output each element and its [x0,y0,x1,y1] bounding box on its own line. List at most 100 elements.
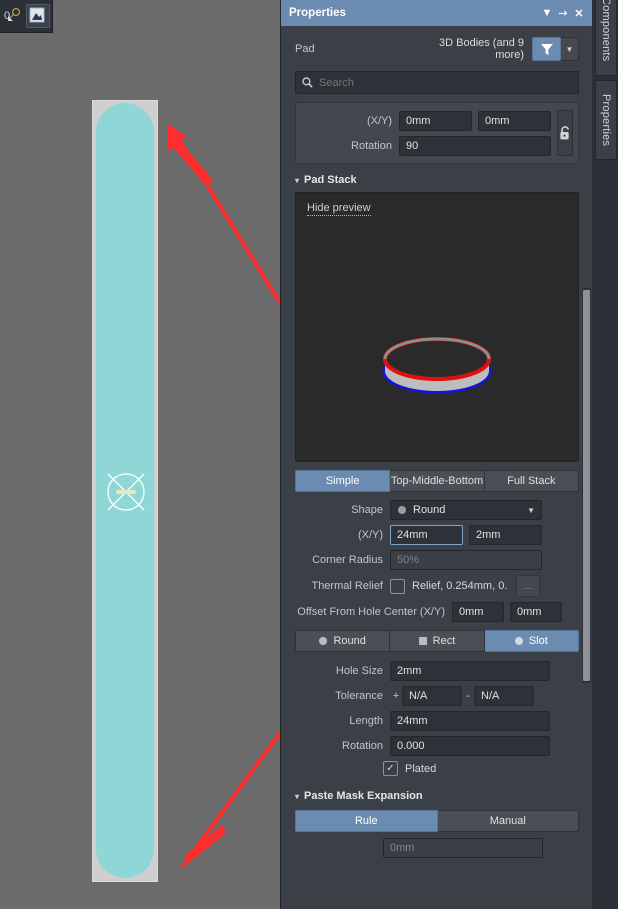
paste-mask-title: Paste Mask Expansion [304,790,423,802]
hole-size-row: Hole Size 2mm [295,661,579,681]
paste-mask-section-header[interactable]: ▾ Paste Mask Expansion [295,790,579,802]
pin-icon[interactable]: ⤑ [555,5,571,21]
hole-fields: Hole Size 2mm Tolerance + N/A - N/A Leng… [281,652,593,776]
rotation-field[interactable]: 90 [399,135,551,156]
hole-shape-slot[interactable]: Slot [484,630,579,652]
tolerance-minus-field[interactable]: N/A [474,686,534,706]
xy-row: (X/Y) 0mm 0mm [304,110,551,131]
hide-preview-link[interactable]: Hide preview [307,202,371,216]
offset-label: Offset From Hole Center (X/Y) [297,606,445,618]
offset-y-field[interactable]: 0mm [510,602,562,622]
tolerance-row: Tolerance + N/A - N/A [295,686,579,706]
pad-size-row: (X/Y) 24mm 2mm [295,525,579,545]
filter-button[interactable] [532,37,561,61]
round-marker-icon [398,506,406,514]
length-field[interactable]: 24mm [390,711,550,731]
vtab-properties[interactable]: Properties [595,80,617,160]
search-icon [302,77,313,88]
object-selector-row: Pad 3D Bodies (and 9 more) ▼ [281,26,593,64]
chevron-down-icon: ▼ [527,505,535,515]
thermal-relief-label: Thermal Relief [311,580,383,592]
hole-size-field[interactable]: 2mm [390,661,550,681]
collapse-triangle-icon: ▾ [295,175,300,185]
hole-rotation-field[interactable]: 0.000 [390,736,550,756]
tab-simple-label: Simple [325,475,360,487]
pad-stack-preview: Hide preview [295,192,579,462]
corner-radius-field[interactable]: 50% [390,550,542,570]
properties-panel: Properties ▼ ⤑ ✕ Pad 3D Bodies (and 9 mo… [280,0,593,909]
thermal-relief-row: Thermal Relief Relief, 0.254mm, 0. ... [295,575,579,597]
paste-mask-manual-button[interactable]: Manual [437,810,579,832]
pad-size-x-field[interactable]: 24mm [390,525,463,545]
pcb-canvas[interactable]: 0 [0,0,280,909]
vtab-components-label: Components [600,0,612,62]
object-description: 3D Bodies (and 9 more) [439,37,524,61]
zoom-icon[interactable]: 0 [2,4,24,26]
vtab-components[interactable]: Components [595,0,617,76]
unlocked-padlock-icon [560,125,570,139]
image-icon[interactable] [26,4,50,28]
tolerance-plus-field[interactable]: N/A [402,686,462,706]
panel-scrollbar[interactable] [582,288,591,683]
panel-content: Pad 3D Bodies (and 9 more) ▼ Search (X/Y… [281,26,593,909]
corner-radius-label: Corner Radius [312,554,383,566]
hole-rotation-row: Rotation 0.000 [295,736,579,756]
pad-stack-section-header[interactable]: ▾ Pad Stack [295,174,579,186]
tab-simple[interactable]: Simple [295,470,391,492]
panel-title: Properties [289,7,346,19]
paste-mask-value-field[interactable]: 0mm [383,838,543,858]
pad-size-label: (X/Y) [357,529,383,541]
tab-top-middle-bottom[interactable]: Top-Middle-Bottom [390,470,485,492]
tab-top-middle-bottom-label: Top-Middle-Bottom [390,475,484,487]
pad-shape-fields: Shape Round ▼ (X/Y) 24mm 2mm Corner Radi… [281,492,593,622]
close-icon[interactable]: ✕ [571,5,587,21]
x-field[interactable]: 0mm [399,110,472,131]
panel-title-bar: Properties ▼ ⤑ ✕ [281,0,593,26]
funnel-icon [540,43,553,55]
search-box[interactable] [295,71,579,94]
square-marker-icon [418,637,427,645]
plated-label: Plated [405,762,437,775]
offset-x-field[interactable]: 0mm [452,602,504,622]
filter-dropdown-button[interactable]: ▼ [561,37,579,61]
search-input[interactable] [319,76,572,89]
canvas-toolbar: 0 [0,0,53,33]
location-card: (X/Y) 0mm 0mm Rotation 90 [295,102,579,164]
thermal-relief-value: Relief, 0.254mm, 0. [412,580,508,592]
shape-value: Round [413,504,446,516]
paste-mask-rule-button[interactable]: Rule [295,810,438,832]
circle-marker-icon [319,637,328,645]
vtab-properties-label: Properties [600,93,612,147]
panel-scrollbar-thumb[interactable] [583,290,590,681]
vertical-tab-strip: Components Properties [592,0,618,909]
paste-mask-value-row: 0mm [281,832,593,858]
shape-label: Shape [351,504,383,516]
shape-dropdown[interactable]: Round ▼ [390,500,542,520]
stack-mode-tabs: Simple Top-Middle-Bottom Full Stack [295,470,579,492]
collapse-triangle-icon: ▾ [295,791,300,801]
hole-size-label: Hole Size [335,665,383,677]
rotation-row: Rotation 90 [304,135,551,156]
y-field[interactable]: 0mm [478,110,551,131]
xy-label: (X/Y) [366,114,392,127]
hole-shape-rect[interactable]: Rect [390,630,485,652]
hole-shape-slot-label: Slot [528,635,548,647]
lock-aspect-button[interactable] [557,110,573,156]
origin-cross-marker [100,466,152,518]
corner-radius-row: Corner Radius 50% [295,550,579,570]
length-label: Length [349,715,383,727]
pad-stack-title: Pad Stack [304,174,357,186]
hole-rotation-label: Rotation [342,740,383,752]
object-kind-label: Pad [295,43,315,55]
plated-checkbox[interactable]: ✓ [383,761,398,776]
thermal-relief-more-button[interactable]: ... [516,575,540,597]
dropdown-menu-icon[interactable]: ▼ [539,5,555,21]
thermal-relief-checkbox[interactable] [390,578,405,594]
hole-shape-round-label: Round [333,635,366,647]
plated-row: ✓ Plated [295,761,579,776]
hole-shape-round[interactable]: Round [295,630,391,652]
paste-mask-mode-tabs: Rule Manual [295,810,579,832]
tolerance-plus-sign: + [392,690,400,702]
tab-full-stack[interactable]: Full Stack [484,470,579,492]
pad-size-y-field[interactable]: 2mm [469,525,542,545]
